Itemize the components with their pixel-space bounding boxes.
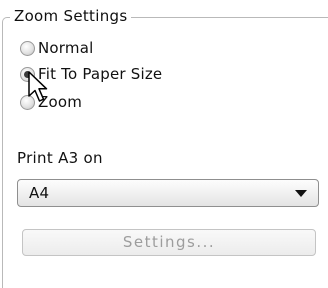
radio-normal-label[interactable]: Normal	[38, 37, 93, 59]
settings-button[interactable]: Settings...	[22, 229, 316, 256]
print-a3-on-value: A4	[29, 184, 50, 202]
radio-normal-button[interactable]	[20, 40, 35, 56]
print-a3-on-label: Print A3 on	[17, 149, 103, 167]
arrow-pointer-icon	[28, 71, 48, 102]
radio-fit-to-paper-size-label[interactable]: Fit To Paper Size	[38, 63, 162, 85]
zoom-settings-title: Zoom Settings	[10, 7, 132, 26]
radio-normal[interactable]: Normal	[20, 37, 93, 59]
chevron-down-icon	[295, 190, 307, 197]
print-a3-on-select[interactable]: A4	[17, 179, 319, 207]
